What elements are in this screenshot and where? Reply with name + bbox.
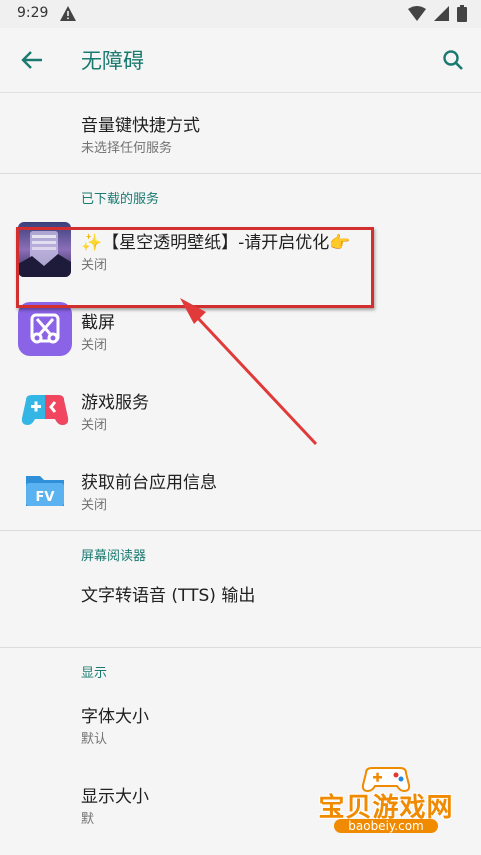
- item-subtitle: 未选择任何服务: [81, 141, 173, 156]
- item-title: 游戏服务: [81, 393, 149, 413]
- item-title: 显示大小: [81, 787, 149, 807]
- item-subtitle: 关闭: [81, 258, 108, 273]
- starry-wallpaper-app-icon: [18, 222, 71, 277]
- back-button[interactable]: [16, 44, 48, 76]
- watermark-logo: 宝贝游戏网 baobeiy.com: [306, 763, 466, 843]
- item-subtitle: 默认: [81, 732, 108, 747]
- item-subtitle: 关闭: [81, 498, 108, 513]
- tts-output-item[interactable]: 文字转语音 (TTS) 输出: [0, 567, 481, 647]
- battery-icon: [457, 5, 467, 26]
- item-title: 字体大小: [81, 707, 149, 727]
- page-title: 无障碍: [81, 49, 144, 73]
- section-title: 已下载的服务: [81, 192, 160, 207]
- service-item-starry-wallpaper[interactable]: ✨【星空透明壁纸】-请开启优化👉 关闭: [0, 210, 481, 290]
- item-subtitle: 关闭: [81, 338, 108, 353]
- service-item-game-service[interactable]: 游戏服务 关闭: [0, 370, 481, 450]
- settings-list: 音量键快捷方式 未选择任何服务 已下载的服务 ✨【星空透明壁纸】-请开启优化�: [0, 93, 481, 844]
- item-subtitle: 关闭: [81, 418, 108, 433]
- fv-folder-icon: FV: [18, 462, 72, 516]
- item-title: 音量键快捷方式: [81, 116, 200, 136]
- wifi-icon: [408, 6, 426, 25]
- status-bar: 9:29: [0, 0, 481, 28]
- search-icon: [443, 50, 463, 70]
- volume-shortcut-item[interactable]: 音量键快捷方式 未选择任何服务: [0, 93, 481, 173]
- service-item-screenshot[interactable]: 截屏 关闭: [0, 290, 481, 370]
- section-header-display: 显示: [0, 648, 481, 684]
- service-item-foreground-app-info[interactable]: FV 获取前台应用信息 关闭: [0, 450, 481, 530]
- watermark-url: baobeiy.com: [334, 819, 438, 833]
- gamepad-icon: [18, 382, 72, 436]
- font-size-item[interactable]: 字体大小 默认: [0, 684, 481, 764]
- section-title: 屏幕阅读器: [81, 549, 147, 564]
- search-button[interactable]: [437, 44, 469, 76]
- item-title: 截屏: [81, 313, 115, 333]
- item-subtitle: 默: [81, 812, 95, 827]
- svg-text:FV: FV: [36, 490, 55, 505]
- item-title: 文字转语音 (TTS) 输出: [81, 586, 256, 606]
- back-arrow-icon: [21, 51, 42, 69]
- signal-icon: [434, 6, 449, 25]
- item-title: 获取前台应用信息: [81, 473, 217, 493]
- item-title: ✨【星空透明壁纸】-请开启优化👉: [81, 233, 351, 253]
- scissors-icon: [18, 302, 72, 356]
- section-header-downloaded: 已下载的服务: [0, 174, 481, 210]
- section-title: 显示: [81, 666, 108, 681]
- app-bar: 无障碍: [0, 28, 481, 93]
- section-header-screen-reader: 屏幕阅读器: [0, 531, 481, 567]
- warning-icon: [60, 6, 76, 25]
- status-time: 9:29: [17, 5, 49, 21]
